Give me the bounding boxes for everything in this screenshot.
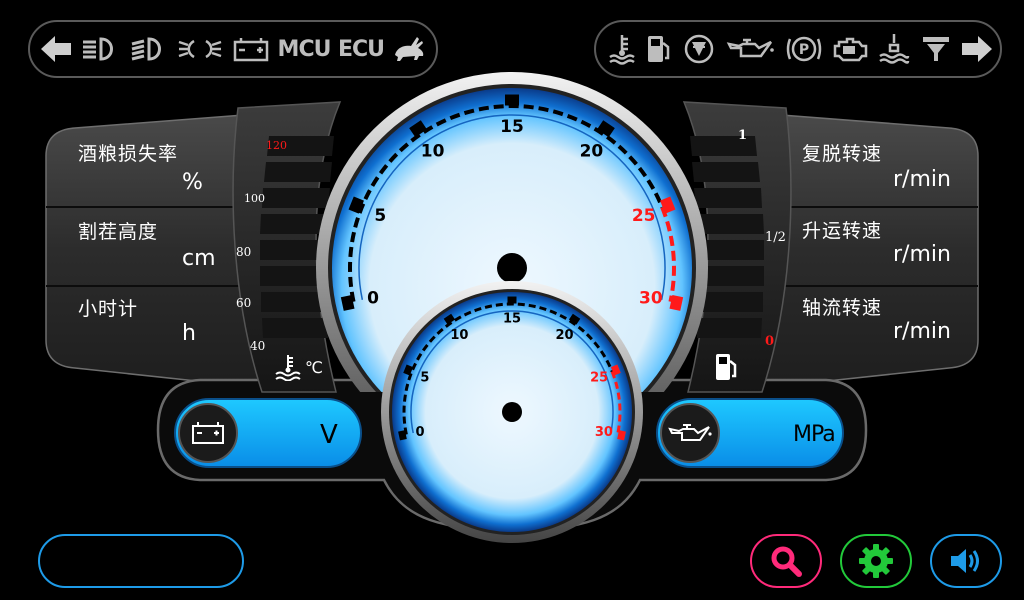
search-icon [771, 546, 802, 577]
temp-tick-60: 60 [236, 296, 252, 310]
grain-loss-label: 酒粮损失率 [78, 143, 179, 165]
volume-icon [951, 549, 979, 573]
main-dial-major-tick [505, 94, 519, 106]
temp-tick-100: 100 [244, 192, 265, 205]
hour-meter-unit: h [182, 321, 196, 346]
fuel-gauge-icon [712, 350, 740, 384]
sub-dial-tick-label: 5 [420, 370, 429, 385]
main-dial-tick-label: 25 [632, 206, 656, 226]
settings-button[interactable] [840, 534, 912, 588]
rethresher-speed-label: 复脱转速 [802, 143, 883, 165]
oil-pressure-unit: MPa [793, 422, 836, 447]
temp-tick-80: 80 [236, 245, 252, 259]
status-message-box [38, 534, 244, 588]
elevator-speed-unit: r/min [893, 242, 951, 267]
volume-button[interactable] [930, 534, 1002, 588]
sub-dial-tick-label: 25 [590, 370, 608, 385]
main-dial-tick-label: 5 [374, 206, 386, 226]
sub-dial-tick-label: 10 [450, 328, 468, 343]
temp-tick-120: 120 [266, 139, 287, 152]
sub-dial-tick-label: 30 [595, 425, 613, 440]
fuel-tick-empty: 0 [765, 334, 775, 349]
elevator-speed-label: 升运转速 [802, 220, 883, 242]
oil-pressure-icon [660, 403, 720, 463]
main-dial-tick-label: 15 [500, 117, 524, 137]
axial-flow-speed-label: 轴流转速 [802, 297, 883, 319]
grain-loss-unit: % [182, 170, 203, 195]
cutting-height-label: 割茬高度 [78, 221, 159, 243]
sub-dial-tick-label: 15 [503, 312, 521, 327]
main-dial-tick-label: 0 [367, 289, 379, 309]
voltage-unit: V [320, 420, 338, 450]
axial-flow-speed-unit: r/min [893, 319, 951, 344]
rethresher-speed-unit: r/min [893, 167, 951, 192]
sub-dial-tick-label: 0 [416, 425, 425, 440]
search-button[interactable] [750, 534, 822, 588]
temp-tick-40: 40 [250, 339, 266, 353]
main-dial-tick-label: 10 [421, 141, 445, 161]
fuel-tick-full: 1 [738, 128, 748, 143]
sub-dial: 0 5 10 15 20 25 30 [381, 281, 643, 543]
main-dial-tick-label: 20 [580, 141, 604, 161]
cutting-height-unit: cm [182, 246, 216, 271]
sub-dial-major-tick [507, 296, 517, 304]
coolant-gauge-icon [272, 352, 304, 382]
hour-meter-label: 小时计 [78, 298, 139, 320]
gear-icon [859, 544, 893, 578]
fuel-tick-half: 1/2 [765, 230, 786, 245]
sub-dial-tick-label: 20 [556, 328, 574, 343]
battery-icon [178, 403, 238, 463]
